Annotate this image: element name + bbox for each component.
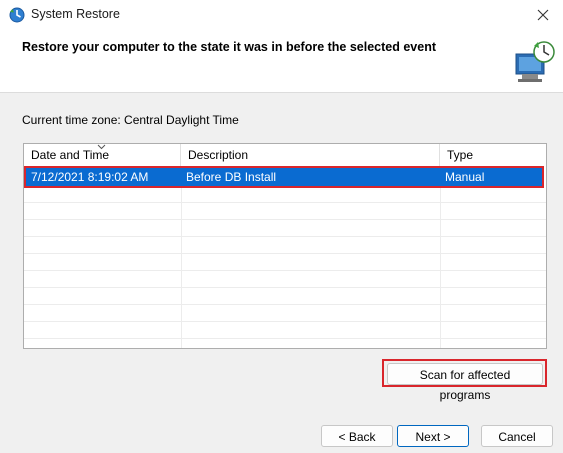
window-title: System Restore [31,7,120,21]
back-button[interactable]: < Back [321,425,393,447]
empty-row [24,203,546,220]
next-button[interactable]: Next > [397,425,469,447]
close-button[interactable] [523,0,563,30]
empty-row [24,220,546,237]
timezone-label: Current time zone: Central Daylight Time [22,113,239,127]
column-header-date[interactable]: Date and Time [24,144,181,167]
empty-row [24,186,546,203]
system-restore-icon [9,7,25,23]
scan-affected-programs-button[interactable]: Scan for affected programs [387,363,543,402]
empty-row [24,305,546,322]
empty-row [24,237,546,254]
selected-row-highlight [24,166,544,188]
cancel-button[interactable]: Cancel [481,425,553,447]
wizard-header: Restore your computer to the state it wa… [0,30,563,93]
empty-row [24,322,546,339]
column-header-type[interactable]: Type [440,144,546,167]
title-bar: System Restore [0,0,563,30]
close-icon [537,9,549,21]
empty-row [24,288,546,305]
computer-restore-icon [515,41,555,82]
column-header-description[interactable]: Description [181,144,440,167]
sort-chevron-down-icon [97,144,106,150]
empty-row [24,271,546,288]
system-restore-window: System Restore Restore your computer to … [0,0,563,453]
empty-row [24,254,546,271]
page-title: Restore your computer to the state it wa… [22,40,436,54]
restore-points-table: Date and Time Description Type 7/12/2021… [23,143,547,349]
